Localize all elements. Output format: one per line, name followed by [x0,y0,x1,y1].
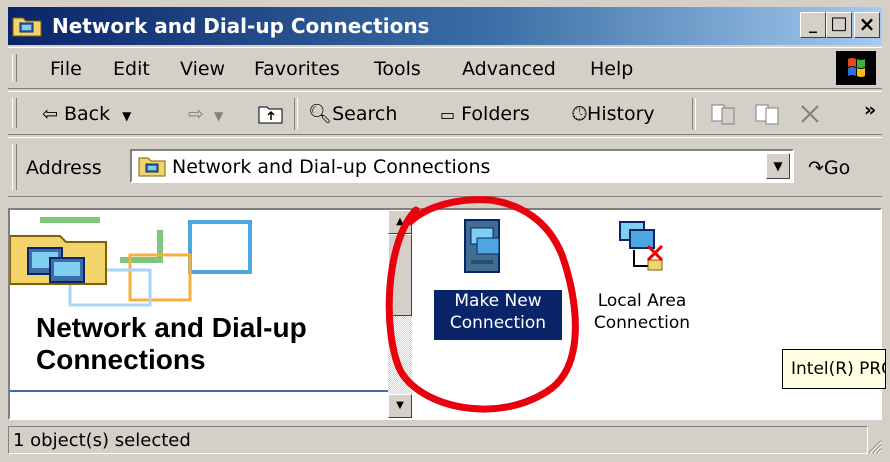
make-new-connection-label-line1: Make New [454,291,542,311]
status-text: 1 object(s) selected [13,430,191,451]
address-grip[interactable] [12,144,17,190]
copy-to-icon[interactable] [754,102,782,126]
folders-button[interactable]: ▭ Folders [440,102,530,127]
close-button[interactable]: × [854,12,880,38]
back-label: Back [63,103,111,125]
search-label: Search [332,103,398,125]
history-label: History [587,103,655,125]
menu-tools[interactable]: Tools [374,57,421,81]
resize-grip-icon[interactable] [866,438,882,454]
forward-button[interactable]: ⇨ ▼ [188,102,223,128]
address-bar: Address Network and Dial-up Connections … [8,137,882,197]
menu-view[interactable]: View [180,57,225,81]
search-button[interactable]: 🔍︎Search [308,102,397,126]
status-panel: 1 object(s) selected [8,426,868,454]
tooltip: Intel(R) PRO/1000 MT [782,349,886,389]
make-new-connection-icon [464,219,500,273]
menu-bar: File Edit View Favorites Tools Advanced … [8,47,882,89]
chevron-down-icon[interactable]: ▼ [766,153,790,179]
local-area-connection-label-line2: Connection [593,313,691,333]
address-label: Address [26,157,102,179]
toolbar-grip[interactable] [12,98,17,128]
arrow-left-icon: ⇦ [42,103,58,125]
toolbar-separator [692,98,696,130]
address-value[interactable]: Network and Dial-up Connections [172,155,490,179]
back-dropdown-icon[interactable]: ▼ [122,109,131,123]
lan-disconnected-icon [619,221,664,271]
arrow-right-icon: ⇨ [188,103,204,125]
menu-help[interactable]: Help [590,57,633,81]
pane-decoration [10,217,252,307]
folder-up-icon[interactable] [258,103,284,125]
divider [10,390,390,392]
explorer-window: Network and Dial-up Connections _ □ × Fi… [0,0,890,462]
network-folder-icon [138,157,166,177]
scroll-up-icon[interactable]: ▲ [388,210,412,234]
delete-icon[interactable] [798,102,822,126]
windows-logo-icon [836,51,876,85]
menu-edit[interactable]: Edit [113,57,150,81]
go-arrow-icon: ↷ [808,157,824,179]
menu-file[interactable]: File [50,57,82,81]
make-new-connection-label[interactable]: Make New Connection [434,290,562,340]
minimize-button[interactable]: _ [800,12,826,38]
address-combobox[interactable]: Network and Dial-up Connections ▼ [130,149,794,183]
forward-dropdown-icon: ▼ [213,109,224,123]
toolbar-chevron[interactable]: » [864,98,876,122]
move-to-icon[interactable] [710,102,738,126]
standard-toolbar: ⇦ Back ▼ ⇨ ▼ 🔍︎Search ▭ Folders 🕓︎Histor… [8,91,882,135]
maximize-button[interactable]: □ [826,12,852,38]
folder-view[interactable]: Network and Dial-up Connections ▲ ▼ Make… [8,208,882,420]
network-folder-icon [12,17,42,37]
folders-icon: ▭ [440,105,456,124]
window-title: Network and Dial-up Connections [52,14,430,38]
local-area-connection-label[interactable]: Local Area Connection [582,290,702,334]
web-view-pane: Network and Dial-up Connections [10,210,390,418]
make-new-connection-label-line2: Connection [449,313,547,333]
go-label: Go [823,157,851,179]
scroll-down-icon[interactable]: ▼ [388,394,412,418]
local-area-connection-item[interactable]: Local Area Connection [582,210,702,350]
toolbar-separator [294,98,298,130]
title-bar[interactable]: Network and Dial-up Connections _ □ × [8,7,882,45]
history-icon: 🕓︎ [572,103,588,125]
local-area-connection-label-line1: Local Area [597,291,687,311]
scroll-thumb[interactable] [388,234,412,316]
history-button[interactable]: 🕓︎History [572,102,655,126]
make-new-connection-item[interactable]: Make New Connection [422,210,572,350]
menu-advanced[interactable]: Advanced [462,57,556,81]
vertical-scrollbar[interactable]: ▲ ▼ [388,210,412,418]
menu-grip[interactable] [12,54,17,82]
pane-title: Network and Dial-up Connections [36,312,307,375]
menu-favorites[interactable]: Favorites [254,57,340,81]
search-icon: 🔍︎ [308,103,333,125]
folders-label: Folders [461,103,530,125]
go-button[interactable]: ↷Go [808,156,850,180]
status-bar: 1 object(s) selected [8,426,882,454]
back-button[interactable]: ⇦ Back ▼ [42,102,131,128]
